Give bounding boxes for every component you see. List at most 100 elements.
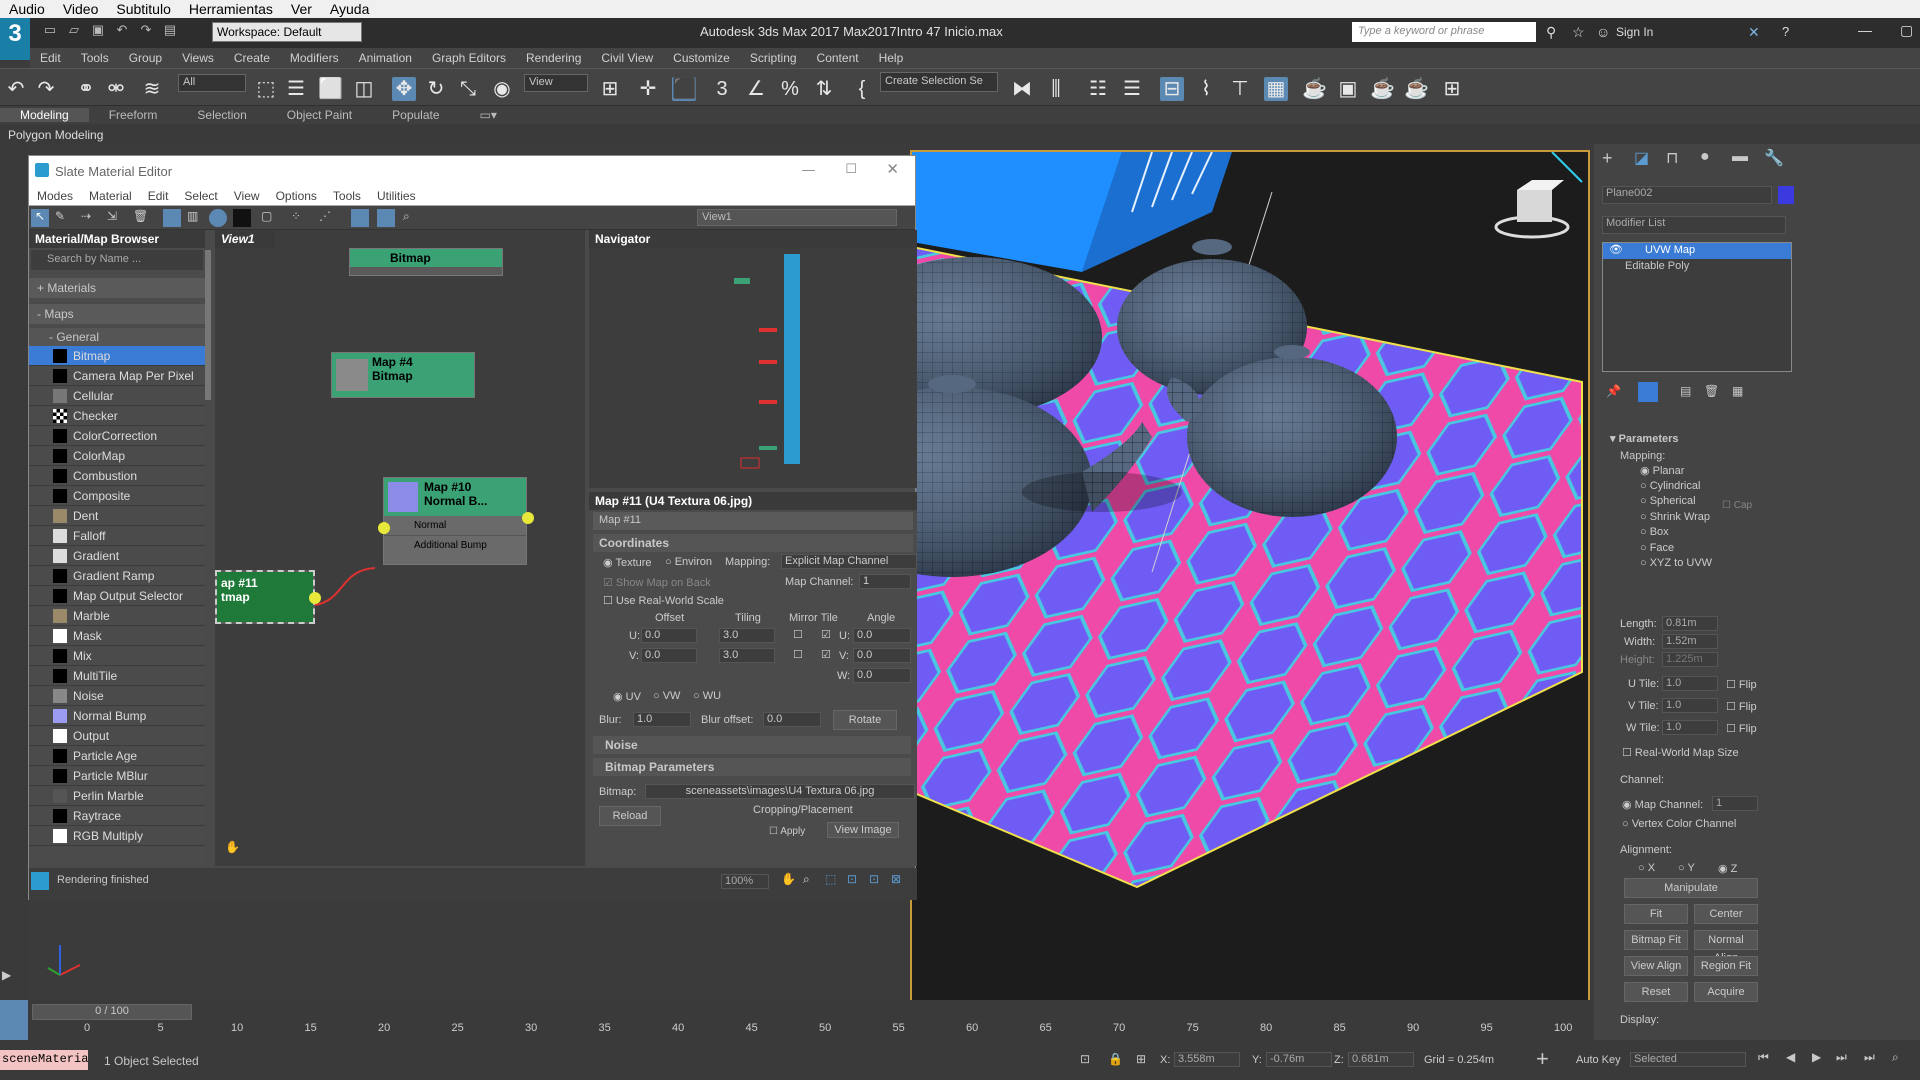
menu-views[interactable]: Views bbox=[172, 51, 224, 65]
manipulate-button[interactable]: Manipulate bbox=[1624, 878, 1758, 898]
render-iterative-icon[interactable]: ☕ bbox=[1404, 77, 1429, 101]
curve-editor-icon[interactable]: ⌇ bbox=[1194, 77, 1218, 101]
key-mode-dropdown[interactable]: Selected bbox=[1630, 1052, 1746, 1067]
mini-curve-editor-toggle[interactable] bbox=[0, 1000, 28, 1040]
node-map-10[interactable]: Map #10 Normal B... Normal Additional Bu… bbox=[378, 477, 534, 565]
os-menu-ayuda[interactable]: Ayuda bbox=[321, 1, 378, 17]
render-production-icon[interactable]: ☕ bbox=[1370, 77, 1395, 101]
view-image-button[interactable]: View Image bbox=[827, 822, 899, 838]
fit-button[interactable]: Fit bbox=[1624, 904, 1688, 924]
go-to-end-icon[interactable]: ⏭ bbox=[1864, 1050, 1875, 1065]
map-list-item[interactable]: Normal Bump bbox=[29, 706, 205, 726]
real-world-scale-checkbox[interactable]: ☐ Use Real-World Scale bbox=[603, 594, 724, 607]
maps-category[interactable]: - Maps bbox=[29, 304, 205, 324]
u-tile-spinner[interactable]: 1.0 bbox=[1662, 676, 1718, 691]
workspace-dropdown[interactable]: Workspace: Default bbox=[212, 22, 362, 42]
create-tab-icon[interactable]: + bbox=[1602, 148, 1613, 169]
material-map-browser-toggle-icon[interactable] bbox=[351, 209, 369, 227]
rectangular-selection-icon[interactable]: ⬜ bbox=[318, 77, 343, 101]
os-menu-video[interactable]: Video bbox=[54, 1, 108, 17]
map-list-item[interactable]: Bitmap bbox=[29, 346, 205, 366]
general-category[interactable]: - General bbox=[29, 328, 205, 346]
ribbon-toggle-icon[interactable]: ⊟ bbox=[1160, 77, 1184, 101]
align-x-radio[interactable]: ○ X bbox=[1638, 862, 1655, 874]
slate-menu-modes[interactable]: Modes bbox=[29, 189, 81, 203]
center-button[interactable]: Center bbox=[1694, 904, 1758, 924]
maxscript-listener[interactable]: sceneMateria bbox=[0, 1050, 88, 1070]
map-list-item[interactable]: Mask bbox=[29, 626, 205, 646]
star-icon[interactable]: ☆ bbox=[1572, 24, 1585, 41]
wu-radio[interactable]: ○ WU bbox=[693, 690, 721, 702]
tab-populate[interactable]: Populate bbox=[372, 108, 459, 122]
node-view[interactable]: View1 Bitmap Map #4 Bitmap Map #10 Norma… bbox=[215, 230, 585, 866]
map-list-item[interactable]: Falloff bbox=[29, 526, 205, 546]
select-manipulate-icon[interactable]: ✛ bbox=[636, 77, 660, 101]
map-list-item[interactable]: Dent bbox=[29, 506, 205, 526]
browser-search-input[interactable]: Search by Name ... bbox=[31, 250, 203, 270]
u-tile-checkbox[interactable]: ☑ bbox=[821, 628, 831, 641]
menu-content[interactable]: Content bbox=[807, 51, 869, 65]
environ-radio[interactable]: ○ Environ bbox=[665, 556, 712, 568]
u-flip-checkbox[interactable]: ☐ Flip bbox=[1726, 678, 1757, 691]
stack-item-editable-poly[interactable]: Editable Poly bbox=[1603, 259, 1791, 275]
map-list-item[interactable]: Composite bbox=[29, 486, 205, 506]
backlight-icon[interactable] bbox=[233, 209, 251, 227]
maximize-icon[interactable]: ▢ bbox=[1900, 22, 1913, 39]
width-spinner[interactable]: 1.52m bbox=[1662, 634, 1718, 649]
selection-filter-dropdown[interactable]: All bbox=[178, 74, 246, 92]
object-name-field[interactable]: Plane002 bbox=[1602, 186, 1772, 204]
track-bar[interactable]: 0 5 10 15 20 25 30 35 40 45 50 55 60 65 70 75 80 85 90 95 10… bbox=[84, 1022, 1572, 1040]
redo-icon[interactable]: ↷ bbox=[136, 22, 156, 40]
pick-material-icon[interactable]: ✎ bbox=[55, 209, 65, 223]
delete-icon[interactable]: 🗑 bbox=[133, 209, 148, 223]
slot-normal[interactable]: Normal bbox=[384, 516, 526, 536]
modify-tab-icon[interactable]: ◪ bbox=[1634, 148, 1649, 168]
slate-menu-options[interactable]: Options bbox=[268, 189, 325, 203]
mapping-type-radio[interactable]: ○ Face bbox=[1640, 542, 1712, 558]
undo-icon[interactable]: ↶ bbox=[4, 77, 28, 101]
v-tile-spinner[interactable]: 1.0 bbox=[1662, 698, 1718, 713]
v-tile-checkbox[interactable]: ☑ bbox=[821, 648, 831, 661]
vertex-color-channel-radio[interactable]: ○ Vertex Color Channel bbox=[1622, 818, 1736, 830]
play-icon[interactable]: ▶ bbox=[1812, 1050, 1821, 1064]
user-icon[interactable]: ☺ bbox=[1596, 24, 1610, 40]
polygon-modeling-panel[interactable]: Polygon Modeling bbox=[0, 124, 1920, 144]
hierarchy-tab-icon[interactable]: ⊓ bbox=[1666, 148, 1678, 168]
w-tile-spinner[interactable]: 1.0 bbox=[1662, 720, 1718, 735]
menu-civil-view[interactable]: Civil View bbox=[591, 51, 663, 65]
map-channel-radio[interactable]: ◉ Map Channel: bbox=[1622, 798, 1703, 811]
os-menu-audio[interactable]: Audio bbox=[0, 1, 54, 17]
os-menu-herramientas[interactable]: Herramientas bbox=[180, 1, 282, 17]
map-list-item[interactable]: Output bbox=[29, 726, 205, 746]
u-offset-spinner[interactable]: 0.0 bbox=[641, 628, 697, 643]
play-expand-icon[interactable]: ▶ bbox=[2, 968, 11, 982]
u-tiling-spinner[interactable]: 3.0 bbox=[719, 628, 775, 643]
map-list-item[interactable]: Marble bbox=[29, 606, 205, 626]
menu-tools[interactable]: Tools bbox=[71, 51, 119, 65]
v-offset-spinner[interactable]: 0.0 bbox=[641, 648, 697, 663]
v-angle-spinner[interactable]: 0.0 bbox=[853, 648, 911, 663]
map-list-item[interactable]: Noise bbox=[29, 686, 205, 706]
acquire-button[interactable]: Acquire bbox=[1694, 982, 1758, 1002]
parameter-editor-toggle-icon[interactable] bbox=[377, 209, 395, 227]
zoom-extents-selected-icon[interactable]: ⊡ bbox=[869, 872, 879, 886]
edit-named-selection-icon[interactable]: { bbox=[850, 77, 874, 101]
apply-checkbox[interactable]: ☐ Apply bbox=[769, 826, 805, 837]
mapping-type-radio[interactable]: ○ Spherical bbox=[1640, 495, 1712, 511]
map-name-field[interactable]: Map #11 bbox=[593, 512, 913, 530]
bind-space-warp-icon[interactable]: ≋ bbox=[140, 77, 164, 101]
slate-menu-edit[interactable]: Edit bbox=[140, 189, 177, 203]
coordinates-rollout[interactable]: Coordinates bbox=[593, 534, 913, 552]
cap-checkbox[interactable]: ☐ Cap bbox=[1722, 500, 1752, 511]
view-align-button[interactable]: View Align bbox=[1624, 956, 1688, 976]
menu-rendering[interactable]: Rendering bbox=[516, 51, 591, 65]
ribbon-options-icon[interactable]: ▭▾ bbox=[460, 108, 517, 122]
slot-additional-bump[interactable]: Additional Bump bbox=[384, 536, 526, 556]
time-slider[interactable]: 0 / 100 bbox=[32, 1004, 192, 1020]
slate-menu-material[interactable]: Material bbox=[81, 189, 140, 203]
layout-all-icon[interactable]: ⁘ bbox=[291, 209, 301, 223]
assign-material-icon[interactable]: ⇲ bbox=[107, 209, 117, 223]
mapping-type-radio[interactable]: ○ Box bbox=[1640, 526, 1712, 542]
w-angle-spinner[interactable]: 0.0 bbox=[853, 668, 911, 683]
real-world-map-size-checkbox[interactable]: ☐ Real-World Map Size bbox=[1622, 746, 1739, 759]
